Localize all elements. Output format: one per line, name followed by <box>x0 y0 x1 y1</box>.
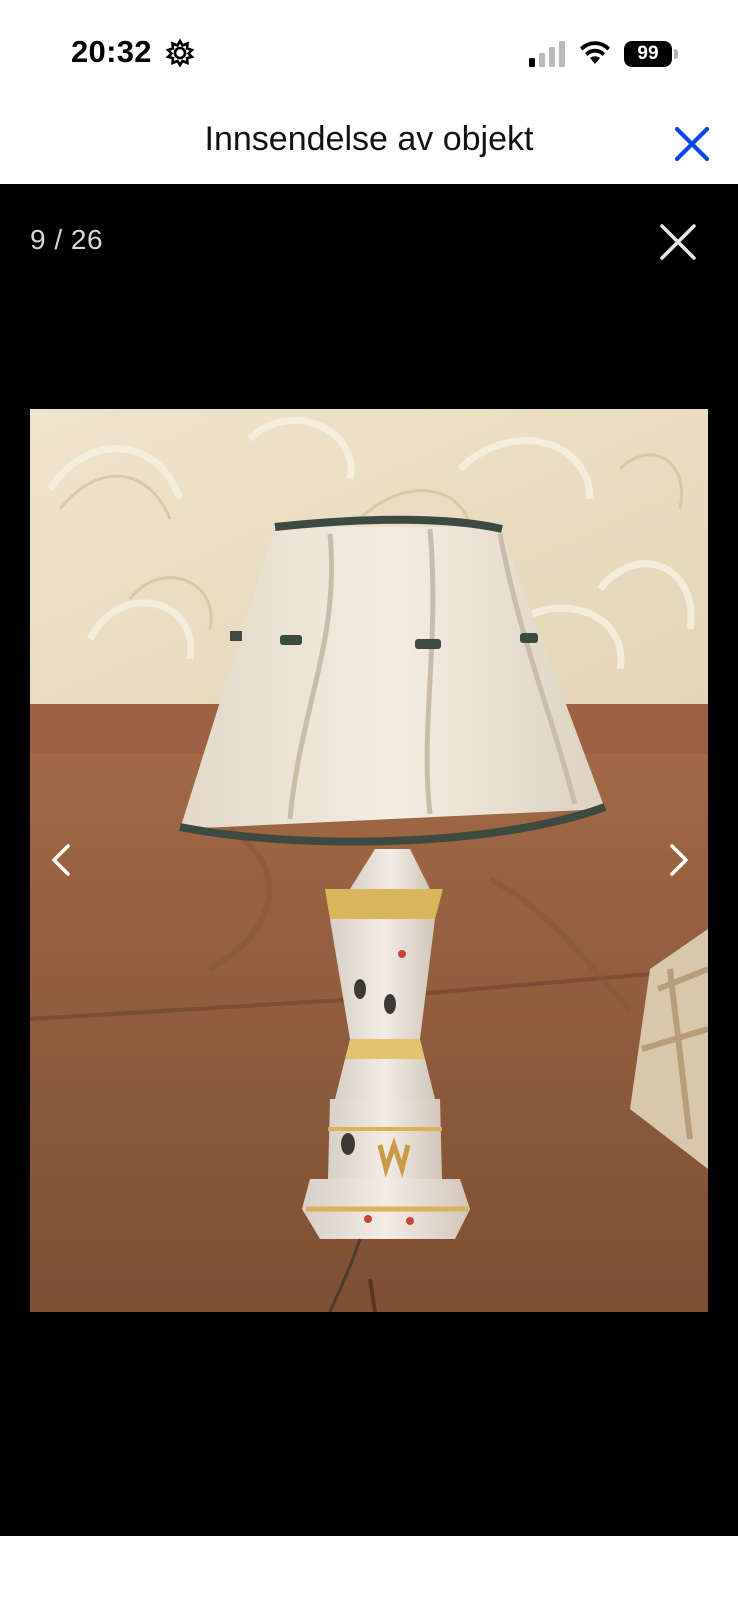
page-title: Innsendelse av objekt <box>204 120 534 158</box>
battery-cap <box>674 49 678 59</box>
chevron-right-icon[interactable] <box>660 838 696 882</box>
battery-icon: 99 <box>624 41 672 67</box>
lamp-photo <box>30 409 708 1312</box>
status-time: 20:32 <box>71 34 152 69</box>
chevron-left-icon[interactable] <box>44 838 80 882</box>
image-counter: 9 / 26 <box>30 224 104 255</box>
bottom-safe-area <box>0 1536 738 1600</box>
viewer-close-icon[interactable] <box>656 220 700 264</box>
lamp-illustration <box>30 409 708 1312</box>
image-viewer: 9 / 26 <box>0 184 738 1536</box>
wifi-icon <box>580 41 610 64</box>
modal-header: Innsendelse av objekt <box>0 104 738 184</box>
battery-level: 99 <box>637 43 659 64</box>
settings-icon <box>165 38 195 68</box>
status-bar: 20:32 99 <box>0 0 738 104</box>
close-icon[interactable] <box>672 124 712 164</box>
cellular-signal-icon <box>529 41 565 67</box>
